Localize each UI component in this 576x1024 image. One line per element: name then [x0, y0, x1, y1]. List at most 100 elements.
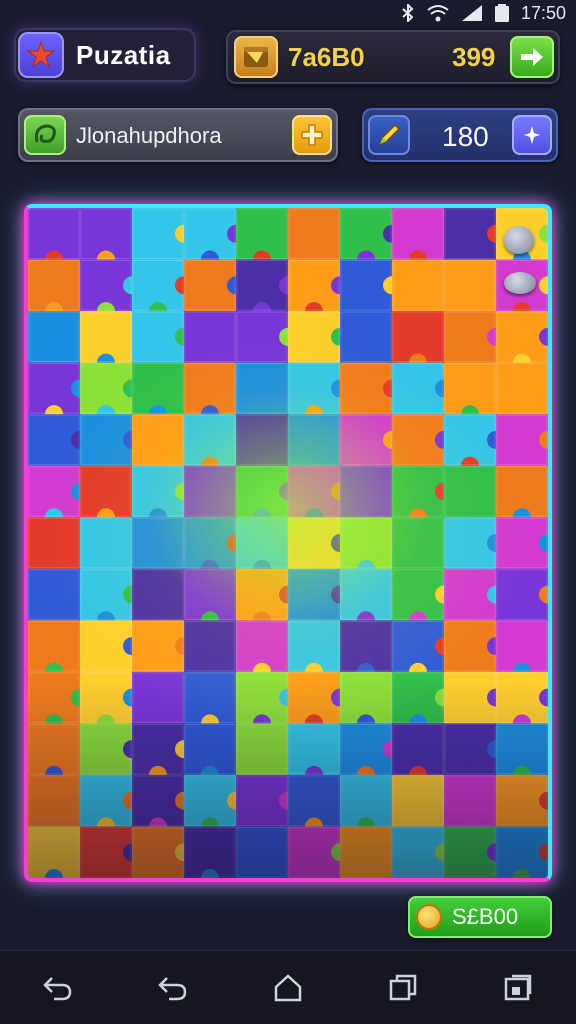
puzzle-piece[interactable]	[132, 826, 193, 878]
go-button[interactable]	[510, 36, 554, 78]
puzzle-piece[interactable]	[288, 568, 349, 630]
puzzle-piece[interactable]	[28, 311, 89, 372]
puzzle-piece[interactable]	[496, 517, 548, 578]
puzzle-piece[interactable]	[132, 620, 193, 681]
puzzle-piece[interactable]	[28, 723, 89, 784]
puzzle-piece[interactable]	[80, 311, 141, 372]
puzzle-piece[interactable]	[184, 774, 245, 836]
back-icon[interactable]	[28, 958, 88, 1018]
puzzle-piece[interactable]	[28, 465, 89, 527]
puzzle-piece[interactable]	[184, 568, 245, 630]
puzzle-piece[interactable]	[392, 620, 453, 681]
leaf-icon[interactable]	[24, 115, 66, 155]
puzzle-piece[interactable]	[28, 568, 89, 630]
puzzle-piece[interactable]	[392, 259, 453, 321]
puzzle-piece[interactable]	[444, 568, 505, 630]
puzzle-piece[interactable]	[236, 362, 297, 424]
puzzle-piece[interactable]	[288, 311, 349, 372]
puzzle-piece[interactable]	[288, 517, 349, 578]
starfish-icon[interactable]	[18, 32, 64, 78]
puzzle-piece[interactable]	[340, 414, 401, 475]
puzzle-piece[interactable]	[184, 465, 245, 527]
puzzle-piece[interactable]	[132, 311, 193, 372]
puzzle-piece[interactable]	[288, 414, 349, 475]
puzzle-piece[interactable]	[236, 568, 297, 630]
puzzle-piece[interactable]	[496, 774, 548, 836]
puzzle-piece[interactable]	[184, 517, 245, 578]
puzzle-piece[interactable]	[184, 620, 245, 681]
puzzle-piece[interactable]	[132, 465, 193, 527]
puzzle-piece[interactable]	[132, 208, 193, 269]
puzzle-piece[interactable]	[184, 311, 245, 372]
puzzle-piece[interactable]	[392, 671, 453, 733]
puzzle-piece[interactable]	[184, 208, 245, 269]
recents-icon[interactable]	[373, 958, 433, 1018]
puzzle-piece[interactable]	[444, 208, 505, 269]
puzzle-piece[interactable]	[444, 259, 505, 321]
puzzle-piece[interactable]	[288, 465, 349, 527]
puzzle-piece[interactable]	[288, 208, 349, 269]
puzzle-piece[interactable]	[496, 362, 548, 424]
pencil-icon[interactable]	[368, 115, 410, 155]
puzzle-pieces[interactable]	[28, 208, 548, 878]
puzzle-piece[interactable]	[132, 517, 193, 578]
puzzle-piece[interactable]	[236, 671, 297, 733]
puzzle-piece[interactable]	[184, 414, 245, 475]
puzzle-piece[interactable]	[80, 774, 141, 836]
puzzle-piece[interactable]	[392, 362, 453, 424]
puzzle-piece[interactable]	[392, 208, 453, 269]
treasure-box-icon[interactable]	[234, 36, 278, 78]
puzzle-piece[interactable]	[80, 362, 141, 424]
puzzle-piece[interactable]	[392, 568, 453, 630]
puzzle-piece[interactable]	[236, 208, 297, 269]
score-button[interactable]: S£B00	[408, 896, 552, 938]
puzzle-piece[interactable]	[288, 723, 349, 784]
puzzle-piece[interactable]	[392, 311, 453, 372]
puzzle-piece[interactable]	[28, 671, 89, 733]
puzzle-piece[interactable]	[444, 414, 505, 475]
puzzle-piece[interactable]	[184, 826, 245, 878]
ghost-piece-icon[interactable]	[504, 226, 534, 254]
puzzle-piece[interactable]	[444, 517, 505, 578]
puzzle-piece[interactable]	[132, 362, 193, 424]
puzzle-piece[interactable]	[288, 774, 349, 836]
hint-button[interactable]	[512, 115, 552, 155]
puzzle-piece[interactable]	[80, 620, 141, 681]
puzzle-piece[interactable]	[444, 362, 505, 424]
puzzle-piece[interactable]	[340, 568, 401, 630]
puzzle-piece[interactable]	[340, 362, 401, 424]
home-icon[interactable]	[258, 958, 318, 1018]
puzzle-piece[interactable]	[496, 311, 548, 372]
puzzle-piece[interactable]	[340, 826, 401, 878]
puzzle-piece[interactable]	[444, 465, 505, 527]
cloud-piece-icon[interactable]	[504, 272, 536, 294]
puzzle-piece[interactable]	[340, 259, 401, 321]
puzzle-piece[interactable]	[80, 568, 141, 630]
puzzle-piece[interactable]	[288, 826, 349, 878]
puzzle-piece[interactable]	[132, 568, 193, 630]
puzzle-piece[interactable]	[28, 517, 89, 578]
puzzle-piece[interactable]	[236, 723, 297, 784]
puzzle-piece[interactable]	[28, 620, 89, 681]
puzzle-piece[interactable]	[288, 671, 349, 733]
puzzle-piece[interactable]	[496, 414, 548, 475]
puzzle-piece[interactable]	[392, 517, 453, 578]
puzzle-piece[interactable]	[236, 517, 297, 578]
puzzle-piece[interactable]	[132, 671, 193, 733]
puzzle-piece[interactable]	[340, 311, 401, 372]
puzzle-piece[interactable]	[444, 826, 505, 878]
puzzle-piece[interactable]	[444, 671, 505, 733]
puzzle-piece[interactable]	[132, 774, 193, 836]
undo-icon[interactable]	[143, 958, 203, 1018]
puzzle-piece[interactable]	[184, 259, 245, 321]
add-button[interactable]	[292, 115, 332, 155]
puzzle-piece[interactable]	[340, 620, 401, 681]
puzzle-piece[interactable]	[288, 259, 349, 321]
puzzle-piece[interactable]	[496, 671, 548, 733]
puzzle-piece[interactable]	[288, 620, 349, 681]
puzzle-piece[interactable]	[496, 723, 548, 784]
puzzle-piece[interactable]	[392, 774, 453, 836]
puzzle-piece[interactable]	[28, 826, 89, 878]
puzzle-piece[interactable]	[132, 723, 193, 784]
puzzle-piece[interactable]	[340, 774, 401, 836]
